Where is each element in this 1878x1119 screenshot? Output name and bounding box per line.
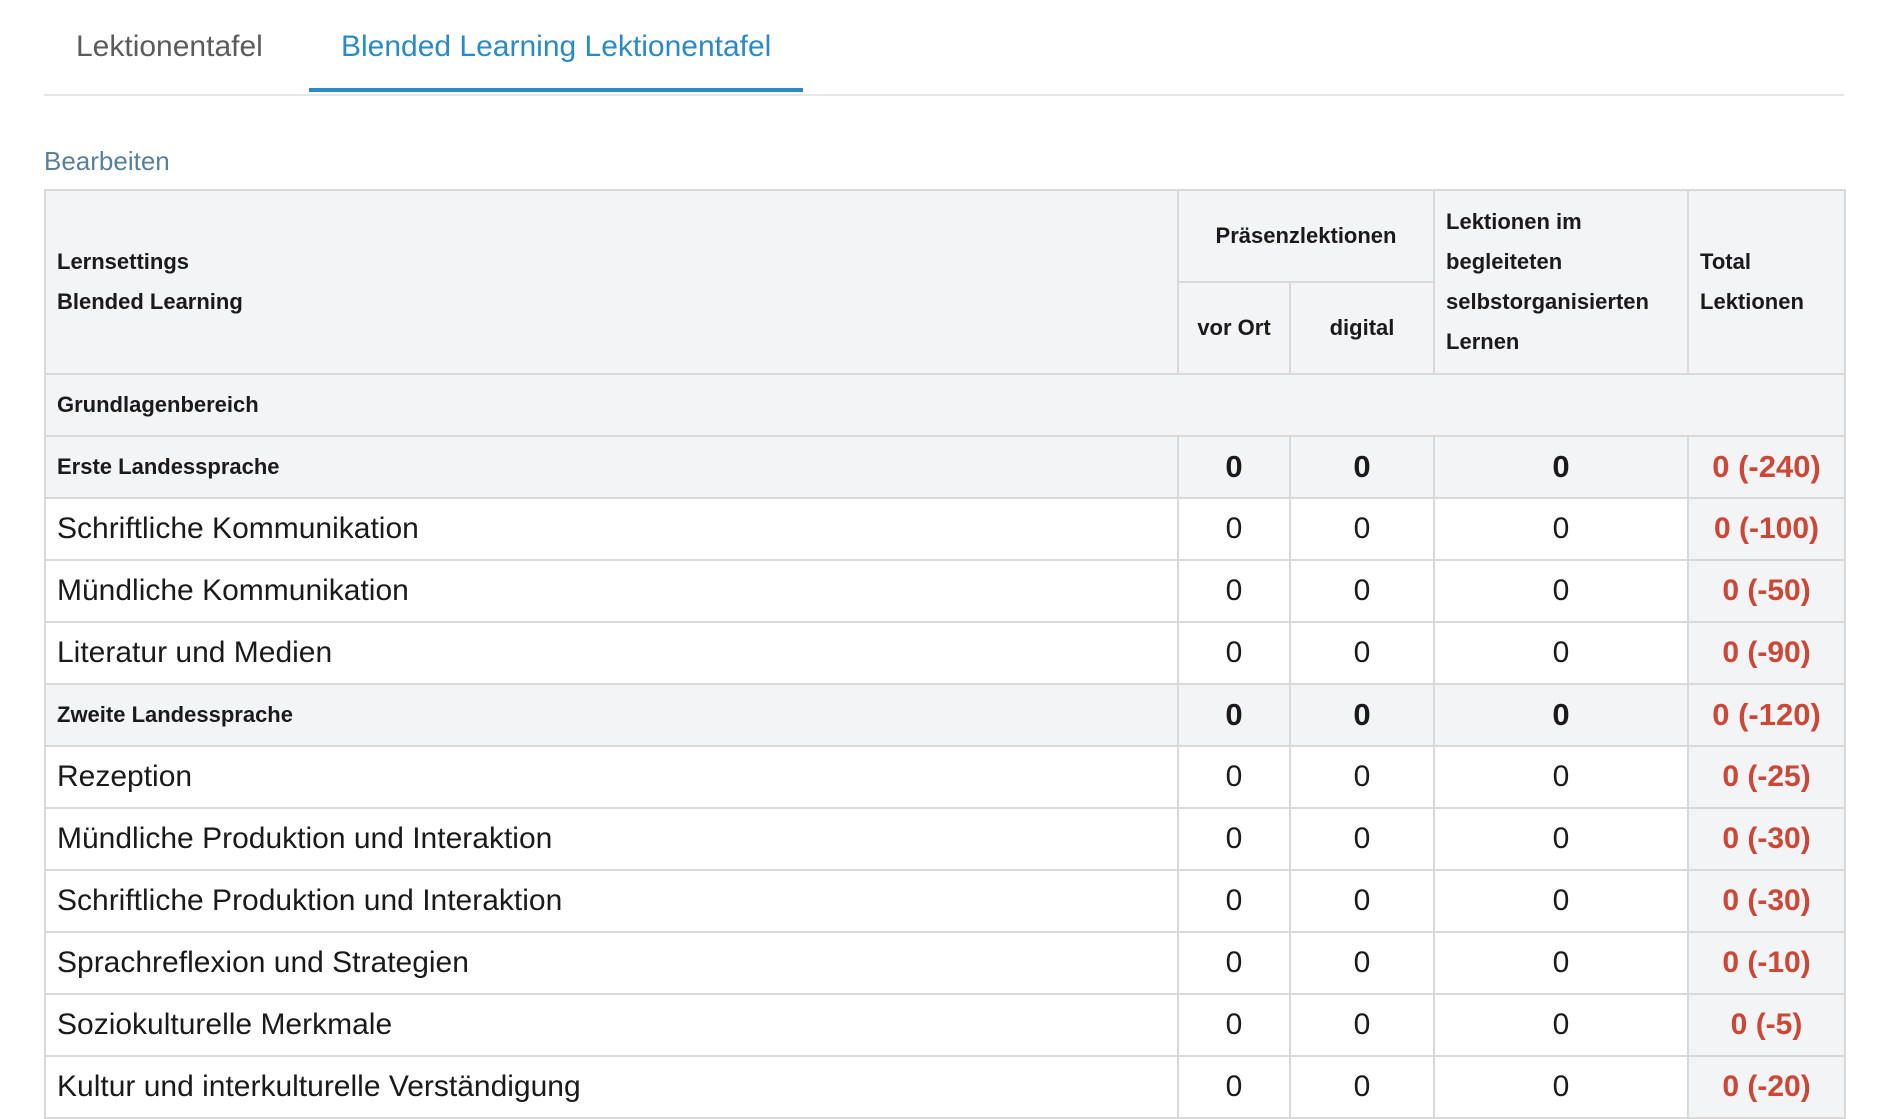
cell-begleitet: 0 (1433, 559, 1690, 623)
cell-vor-ort: 0 (1177, 497, 1291, 561)
table-row-group: Erste Landessprache 0 0 0 0 (-240) (44, 435, 1847, 499)
header-digital: digital (1288, 281, 1436, 375)
header-begleitet-line3: selbstorganisierten (1446, 289, 1649, 314)
header-praesenzlektionen: Präsenzlektionen (1176, 189, 1436, 283)
cell-total: 0 (-30) (1687, 869, 1847, 933)
row-name: Literatur und Medien (44, 621, 1179, 685)
header-total-line1: Total (1700, 249, 1751, 274)
row-name: Mündliche Produktion und Interaktion (44, 807, 1179, 871)
cell-total: 0 (-50) (1687, 559, 1847, 623)
cell-vor-ort: 0 (1177, 621, 1291, 685)
header-begleitet-line1: Lektionen im (1446, 209, 1582, 234)
row-name: Schriftliche Kommunikation (44, 497, 1179, 561)
row-name: Mündliche Kommunikation (44, 559, 1179, 623)
cell-digital: 0 (1288, 745, 1436, 809)
cell-digital: 0 (1288, 621, 1436, 685)
header-begleitet-line2: begleiteten (1446, 249, 1563, 274)
cell-begleitet: 0 (1433, 1055, 1690, 1119)
cell-vor-ort: 0 (1177, 435, 1291, 499)
page: Lektionentafel Blended Learning Lektione… (43, 0, 1847, 1119)
tab-lektionentafel[interactable]: Lektionentafel (44, 30, 295, 92)
cell-digital: 0 (1288, 435, 1436, 499)
cell-digital: 0 (1288, 497, 1436, 561)
cell-digital: 0 (1288, 931, 1436, 995)
row-name: Zweite Landessprache (44, 683, 1179, 747)
cell-begleitet: 0 (1433, 931, 1690, 995)
header-total-lektionen: Total Lektionen (1687, 189, 1847, 375)
cell-total: 0 (-120) (1687, 683, 1847, 747)
header-lernsettings-line1: Lernsettings (57, 249, 190, 274)
cell-total: 0 (-10) (1687, 931, 1847, 995)
cell-digital: 0 (1288, 683, 1436, 747)
row-name: Kultur und interkulturelle Verständigung (44, 1055, 1179, 1119)
header-lernsettings: Lernsettings Blended Learning (44, 189, 1179, 375)
header-begleitetes-lernen: Lektionen im begleiteten selbstorganisie… (1433, 189, 1690, 375)
header-begleitet-line4: Lernen (1446, 329, 1520, 354)
section-label: Grundlagenbereich (43, 373, 1847, 437)
row-name: Sprachreflexion und Strategien (44, 931, 1179, 995)
row-name: Erste Landessprache (44, 435, 1179, 499)
cell-digital: 0 (1288, 869, 1436, 933)
cell-total: 0 (-90) (1687, 621, 1847, 685)
header-total-line2: Lektionen (1700, 289, 1804, 314)
cell-vor-ort: 0 (1177, 869, 1291, 933)
cell-begleitet: 0 (1433, 807, 1690, 871)
table-row-group: Zweite Landessprache 0 0 0 0 (-120) (44, 683, 1847, 747)
row-name: Schriftliche Produktion und Interaktion (44, 869, 1179, 933)
header-vor-ort: vor Ort (1177, 281, 1291, 375)
cell-total: 0 (-240) (1687, 435, 1847, 499)
cell-vor-ort: 0 (1177, 807, 1291, 871)
cell-vor-ort: 0 (1177, 683, 1291, 747)
cell-total: 0 (-25) (1687, 745, 1847, 809)
cell-digital: 0 (1288, 559, 1436, 623)
lesson-table: Lernsettings Blended Learning Präsenzlek… (43, 189, 1847, 1119)
cell-begleitet: 0 (1433, 993, 1690, 1057)
cell-digital: 0 (1288, 807, 1436, 871)
edit-link[interactable]: Bearbeiten (44, 146, 170, 177)
table-row: Kultur und interkulturelle Verständigung… (44, 1055, 1847, 1119)
cell-digital: 0 (1288, 1055, 1436, 1119)
table-row: Soziokulturelle Merkmale 0 0 0 0 (-5) (44, 993, 1847, 1057)
section-row: Grundlagenbereich (43, 373, 1847, 437)
table-row: Sprachreflexion und Strategien 0 0 0 0 (… (44, 931, 1847, 995)
header-lernsettings-line2: Blended Learning (57, 289, 243, 314)
cell-begleitet: 0 (1433, 435, 1690, 499)
table-row: Literatur und Medien 0 0 0 0 (-90) (44, 621, 1847, 685)
cell-begleitet: 0 (1433, 497, 1690, 561)
cell-begleitet: 0 (1433, 683, 1690, 747)
cell-vor-ort: 0 (1177, 559, 1291, 623)
tab-blended-learning-lektionentafel[interactable]: Blended Learning Lektionentafel (309, 30, 804, 92)
cell-total: 0 (-30) (1687, 807, 1847, 871)
cell-total: 0 (-20) (1687, 1055, 1847, 1119)
tab-bar: Lektionentafel Blended Learning Lektione… (44, 0, 1844, 96)
row-name: Rezeption (44, 745, 1179, 809)
table-row: Rezeption 0 0 0 0 (-25) (44, 745, 1847, 809)
cell-vor-ort: 0 (1177, 1055, 1291, 1119)
row-name: Soziokulturelle Merkmale (44, 993, 1179, 1057)
table-row: Mündliche Produktion und Interaktion 0 0… (44, 807, 1847, 871)
cell-begleitet: 0 (1433, 745, 1690, 809)
table-row: Schriftliche Produktion und Interaktion … (44, 869, 1847, 933)
cell-begleitet: 0 (1433, 621, 1690, 685)
table-row: Mündliche Kommunikation 0 0 0 0 (-50) (44, 559, 1847, 623)
cell-vor-ort: 0 (1177, 745, 1291, 809)
cell-total: 0 (-100) (1687, 497, 1847, 561)
cell-digital: 0 (1288, 993, 1436, 1057)
table-row: Schriftliche Kommunikation 0 0 0 0 (-100… (44, 497, 1847, 561)
cell-vor-ort: 0 (1177, 931, 1291, 995)
cell-total: 0 (-5) (1687, 993, 1847, 1057)
cell-vor-ort: 0 (1177, 993, 1291, 1057)
cell-begleitet: 0 (1433, 869, 1690, 933)
